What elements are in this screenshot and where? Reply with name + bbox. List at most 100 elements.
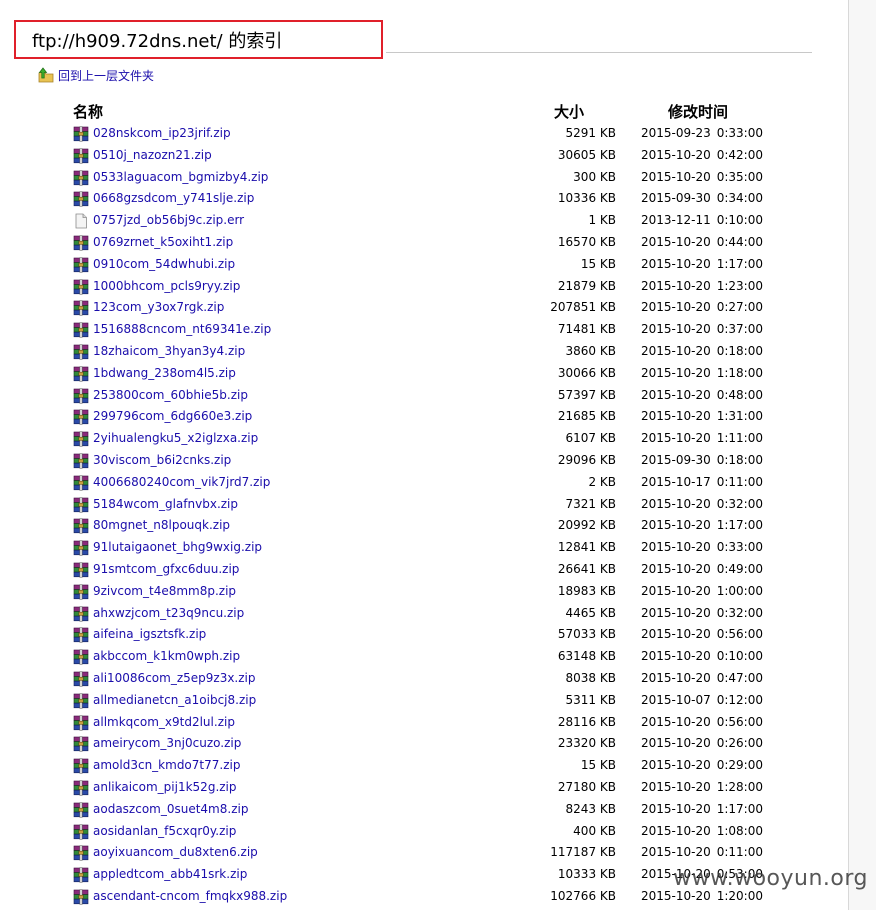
file-row-3: 0533laguacom_bgmizby4.zip 300 KB 2015-10… xyxy=(0,167,848,189)
file-link[interactable]: anlikaicom_pij1k52g.zip xyxy=(93,777,237,799)
file-date: 2015-10-20 xyxy=(641,343,711,358)
winrar-archive-icon xyxy=(73,758,89,774)
winrar-archive-icon xyxy=(73,344,89,360)
file-time: 0:12:00 xyxy=(716,692,763,707)
file-date: 2015-10-20 xyxy=(641,409,711,424)
file-date: 2015-10-20 xyxy=(641,649,711,664)
vertical-scrollbar[interactable] xyxy=(848,0,876,910)
file-time: 0:29:00 xyxy=(716,758,763,773)
file-link[interactable]: 123com_y3ox7rgk.zip xyxy=(93,297,224,319)
file-link[interactable]: akbccom_k1km0wph.zip xyxy=(93,646,240,668)
file-date: 2015-10-20 xyxy=(641,714,711,729)
file-link[interactable]: ameirycom_3nj0cuzo.zip xyxy=(93,733,241,755)
winrar-archive-icon xyxy=(73,322,89,338)
file-link[interactable]: 91lutaigaonet_bhg9wxig.zip xyxy=(93,537,262,559)
file-link[interactable]: 5184wcom_glafnvbx.zip xyxy=(93,494,238,516)
file-link[interactable]: 0533laguacom_bgmizby4.zip xyxy=(93,167,268,189)
file-link[interactable]: 4006680240com_vik7jrd7.zip xyxy=(93,472,270,494)
file-link[interactable]: 1516888cncom_nt69341e.zip xyxy=(93,319,271,341)
file-link[interactable]: ahxwzjcom_t23q9ncu.zip xyxy=(93,603,244,625)
parent-directory-link[interactable]: 回到上一层文件夹 xyxy=(38,66,154,84)
file-size: 300 KB xyxy=(573,169,616,184)
file-time: 1:31:00 xyxy=(716,409,763,424)
file-size: 16570 KB xyxy=(557,234,616,249)
file-link[interactable]: aosidanlan_f5cxqr0y.zip xyxy=(93,821,236,843)
file-date: 2015-10-07 xyxy=(641,692,711,707)
file-size: 57033 KB xyxy=(557,627,616,642)
file-time: 0:18:00 xyxy=(716,343,763,358)
file-link[interactable]: 9zivcom_t4e8mm8p.zip xyxy=(93,581,236,603)
file-time: 0:56:00 xyxy=(716,627,763,642)
file-size: 1 KB xyxy=(588,213,616,228)
winrar-archive-icon xyxy=(73,300,89,317)
file-size: 10333 KB xyxy=(557,867,616,882)
winrar-archive-icon xyxy=(73,235,89,251)
file-link[interactable]: 0757jzd_ob56bj9c.zip.err xyxy=(93,210,244,232)
file-link[interactable]: 0668gzsdcom_y741slje.zip xyxy=(93,188,254,210)
file-link[interactable]: 1bdwang_238om4l5.zip xyxy=(93,363,236,385)
file-date: 2015-10-20 xyxy=(641,278,711,293)
file-date: 2013-12-11 xyxy=(641,213,711,228)
file-row-8: 1000bhcom_pcls9ryy.zip 21879 KB 2015-10-… xyxy=(0,276,848,298)
file-link[interactable]: appledtcom_abb41srk.zip xyxy=(93,864,247,886)
file-size: 2 KB xyxy=(588,474,616,489)
file-link[interactable]: aoyixuancom_du8xten6.zip xyxy=(93,842,258,864)
winrar-archive-icon xyxy=(73,627,89,643)
winrar-archive-icon xyxy=(73,736,89,752)
file-date: 2015-10-20 xyxy=(641,583,711,598)
file-date: 2015-10-20 xyxy=(641,779,711,794)
file-row-17: 4006680240com_vik7jrd7.zip 2 KB 2015-10-… xyxy=(0,472,848,494)
file-row-14: 299796com_6dg660e3.zip 21685 KB 2015-10-… xyxy=(0,406,848,428)
file-link[interactable]: 30viscom_b6i2cnks.zip xyxy=(93,450,231,472)
file-link[interactable]: 028nskcom_ip23jrif.zip xyxy=(93,123,231,145)
file-row-6: 0769zrnet_k5oxiht1.zip 16570 KB 2015-10-… xyxy=(0,232,848,254)
file-link[interactable]: allmkqcom_x9td2lul.zip xyxy=(93,712,235,734)
file-date: 2015-10-20 xyxy=(641,867,711,882)
file-link[interactable]: aodaszcom_0suet4m8.zip xyxy=(93,799,248,821)
file-row-18: 5184wcom_glafnvbx.zip 7321 KB 2015-10-20… xyxy=(0,494,848,516)
file-link[interactable]: 80mgnet_n8lpouqk.zip xyxy=(93,515,230,537)
file-link[interactable]: ali10086com_z5ep9z3x.zip xyxy=(93,668,256,690)
file-link[interactable]: 0910com_54dwhubi.zip xyxy=(93,254,235,276)
winrar-archive-icon xyxy=(73,148,89,164)
winrar-archive-icon xyxy=(73,649,89,665)
file-date: 2015-10-20 xyxy=(641,234,711,249)
winrar-archive-icon xyxy=(73,453,89,469)
file-row-20: 91lutaigaonet_bhg9wxig.zip 12841 KB 2015… xyxy=(0,537,848,559)
file-date: 2015-10-20 xyxy=(641,387,711,402)
winrar-archive-icon xyxy=(73,475,89,491)
file-time: 0:53:00 xyxy=(716,867,763,882)
file-date: 2015-10-20 xyxy=(641,801,711,816)
file-time: 1:08:00 xyxy=(716,823,763,838)
title-divider xyxy=(386,52,812,53)
file-link[interactable]: 18zhaicom_3hyan3y4.zip xyxy=(93,341,245,363)
file-date: 2015-09-30 xyxy=(641,191,711,206)
file-size: 12841 KB xyxy=(557,540,616,555)
file-link[interactable]: 299796com_6dg660e3.zip xyxy=(93,406,252,428)
file-row-34: aoyixuancom_du8xten6.zip 117187 KB 2015-… xyxy=(0,842,848,864)
file-link[interactable]: ascendant-cncom_fmqkx988.zip xyxy=(93,886,287,908)
file-date: 2015-10-20 xyxy=(641,823,711,838)
file-link[interactable]: 0769zrnet_k5oxiht1.zip xyxy=(93,232,233,254)
file-size: 7321 KB xyxy=(565,496,616,511)
file-link[interactable]: allmedianetcn_a1oibcj8.zip xyxy=(93,690,256,712)
file-row-10: 1516888cncom_nt69341e.zip 71481 KB 2015-… xyxy=(0,319,848,341)
file-link[interactable]: 1000bhcom_pcls9ryy.zip xyxy=(93,276,240,298)
file-time: 0:49:00 xyxy=(716,561,763,576)
file-link[interactable]: 253800com_60bhie5b.zip xyxy=(93,385,248,407)
file-time: 1:28:00 xyxy=(716,779,763,794)
winrar-archive-icon xyxy=(73,518,89,534)
file-date: 2015-10-20 xyxy=(641,365,711,380)
file-row-2: 0510j_nazozn21.zip 30605 KB 2015-10-20 0… xyxy=(0,145,848,167)
file-time: 0:37:00 xyxy=(716,322,763,337)
column-header-modified: 修改时间 xyxy=(668,103,729,121)
file-link[interactable]: aifeina_igsztsfk.zip xyxy=(93,624,206,646)
file-link[interactable]: 0510j_nazozn21.zip xyxy=(93,145,212,167)
file-link[interactable]: amold3cn_kmdo7t77.zip xyxy=(93,755,240,777)
file-link[interactable]: 91smtcom_gfxc6duu.zip xyxy=(93,559,239,581)
file-link[interactable]: 2yihualengku5_x2iglzxa.zip xyxy=(93,428,258,450)
file-size: 30066 KB xyxy=(557,365,616,380)
file-row-24: aifeina_igsztsfk.zip 57033 KB 2015-10-20… xyxy=(0,624,848,646)
file-time: 0:33:00 xyxy=(716,540,763,555)
file-date: 2015-10-20 xyxy=(641,605,711,620)
